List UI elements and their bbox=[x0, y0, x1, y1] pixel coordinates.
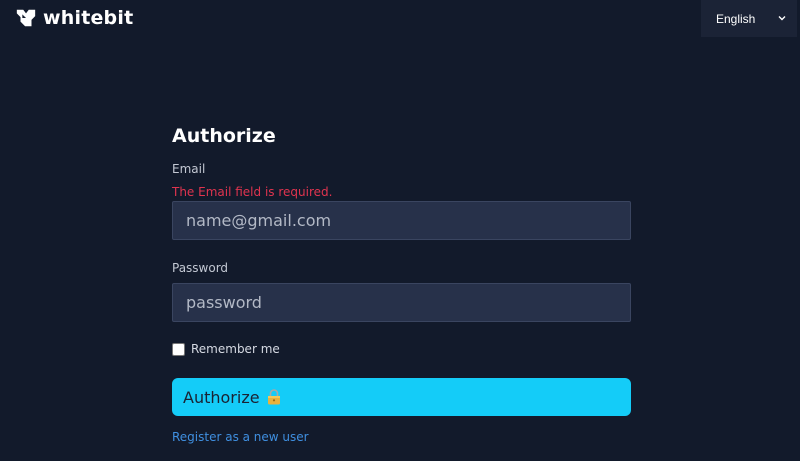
email-error-message: The Email field is required. bbox=[172, 185, 333, 199]
logo-text: whitebit bbox=[43, 7, 134, 29]
logo[interactable]: whitebit bbox=[15, 6, 133, 30]
lock-icon bbox=[267, 389, 280, 405]
email-label: Email bbox=[172, 162, 206, 176]
email-field[interactable] bbox=[172, 201, 631, 240]
whitebit-logo-icon bbox=[16, 9, 36, 27]
password-label: Password bbox=[172, 261, 229, 275]
remember-me-checkbox[interactable] bbox=[172, 342, 185, 356]
chevron-down-icon bbox=[778, 16, 786, 21]
language-label: English bbox=[716, 11, 756, 26]
authorize-button[interactable]: Authorize bbox=[172, 378, 631, 416]
page-title: Authorize bbox=[172, 125, 276, 147]
remember-me-label: Remember me bbox=[191, 342, 280, 356]
password-field[interactable] bbox=[172, 283, 631, 322]
remember-me[interactable]: Remember me bbox=[172, 342, 280, 356]
authorize-button-label: Authorize bbox=[183, 387, 260, 407]
register-link[interactable]: Register as a new user bbox=[172, 430, 309, 444]
language-select[interactable]: English bbox=[701, 0, 797, 37]
login-page: whitebit English Authorize Email The Ema… bbox=[0, 0, 800, 461]
